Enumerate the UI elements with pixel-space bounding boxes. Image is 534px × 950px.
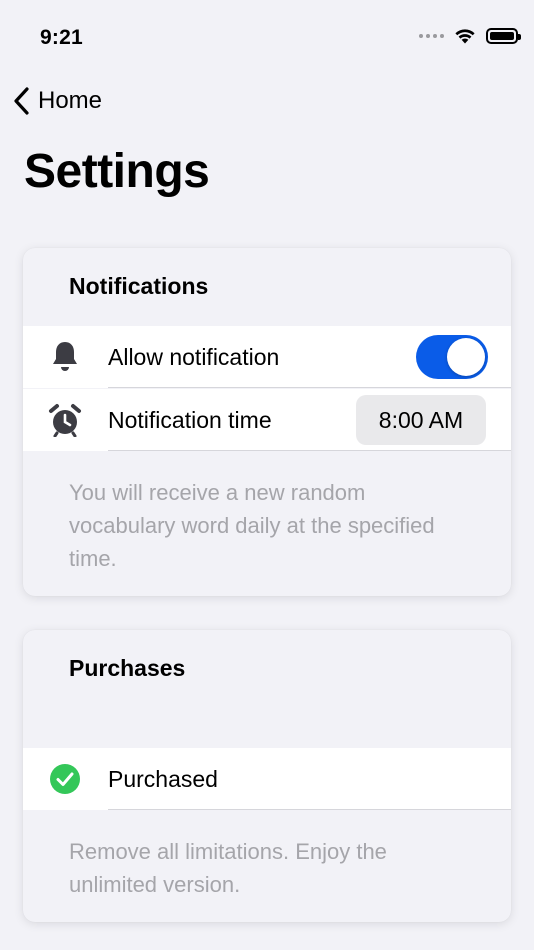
chevron-left-icon	[14, 87, 29, 115]
notification-time-label: Notification time	[108, 406, 272, 433]
purchased-row[interactable]: Purchased	[23, 748, 511, 810]
purchases-footnote: Remove all limitations. Enjoy the unlimi…	[69, 839, 387, 897]
back-button[interactable]: Home	[12, 86, 102, 116]
checkmark-circle-icon	[47, 761, 83, 797]
notifications-header: Notifications	[69, 273, 209, 299]
notification-time-picker[interactable]: 8:00 AM	[356, 395, 486, 445]
toggle-knob	[447, 338, 485, 376]
wifi-icon	[455, 29, 475, 44]
signal-icon	[419, 34, 444, 38]
notifications-section: Notifications Allow notification Notific…	[23, 248, 511, 596]
row-divider	[108, 450, 511, 451]
row-divider	[108, 809, 511, 810]
bell-icon	[47, 339, 83, 375]
purchased-label: Purchased	[108, 765, 218, 792]
allow-notification-row: Allow notification	[23, 326, 511, 388]
page-title: Settings	[24, 145, 210, 198]
alarm-clock-icon	[47, 402, 83, 438]
settings-screen: 9:21 Home Settings Notifications Allow n…	[0, 0, 534, 950]
back-button-label: Home	[38, 87, 103, 114]
notification-time-row: Notification time 8:00 AM	[23, 389, 511, 451]
notifications-footnote: You will receive a new random vocabulary…	[69, 480, 435, 571]
allow-notification-label: Allow notification	[108, 343, 280, 370]
status-time: 9:21	[40, 26, 83, 49]
battery-icon	[486, 28, 521, 44]
allow-notification-toggle[interactable]	[416, 335, 488, 379]
purchases-header: Purchases	[69, 655, 186, 681]
purchases-section: Purchases Purchased Remove all limitatio…	[23, 630, 511, 922]
status-indicators	[419, 28, 521, 44]
row-divider	[108, 387, 511, 388]
